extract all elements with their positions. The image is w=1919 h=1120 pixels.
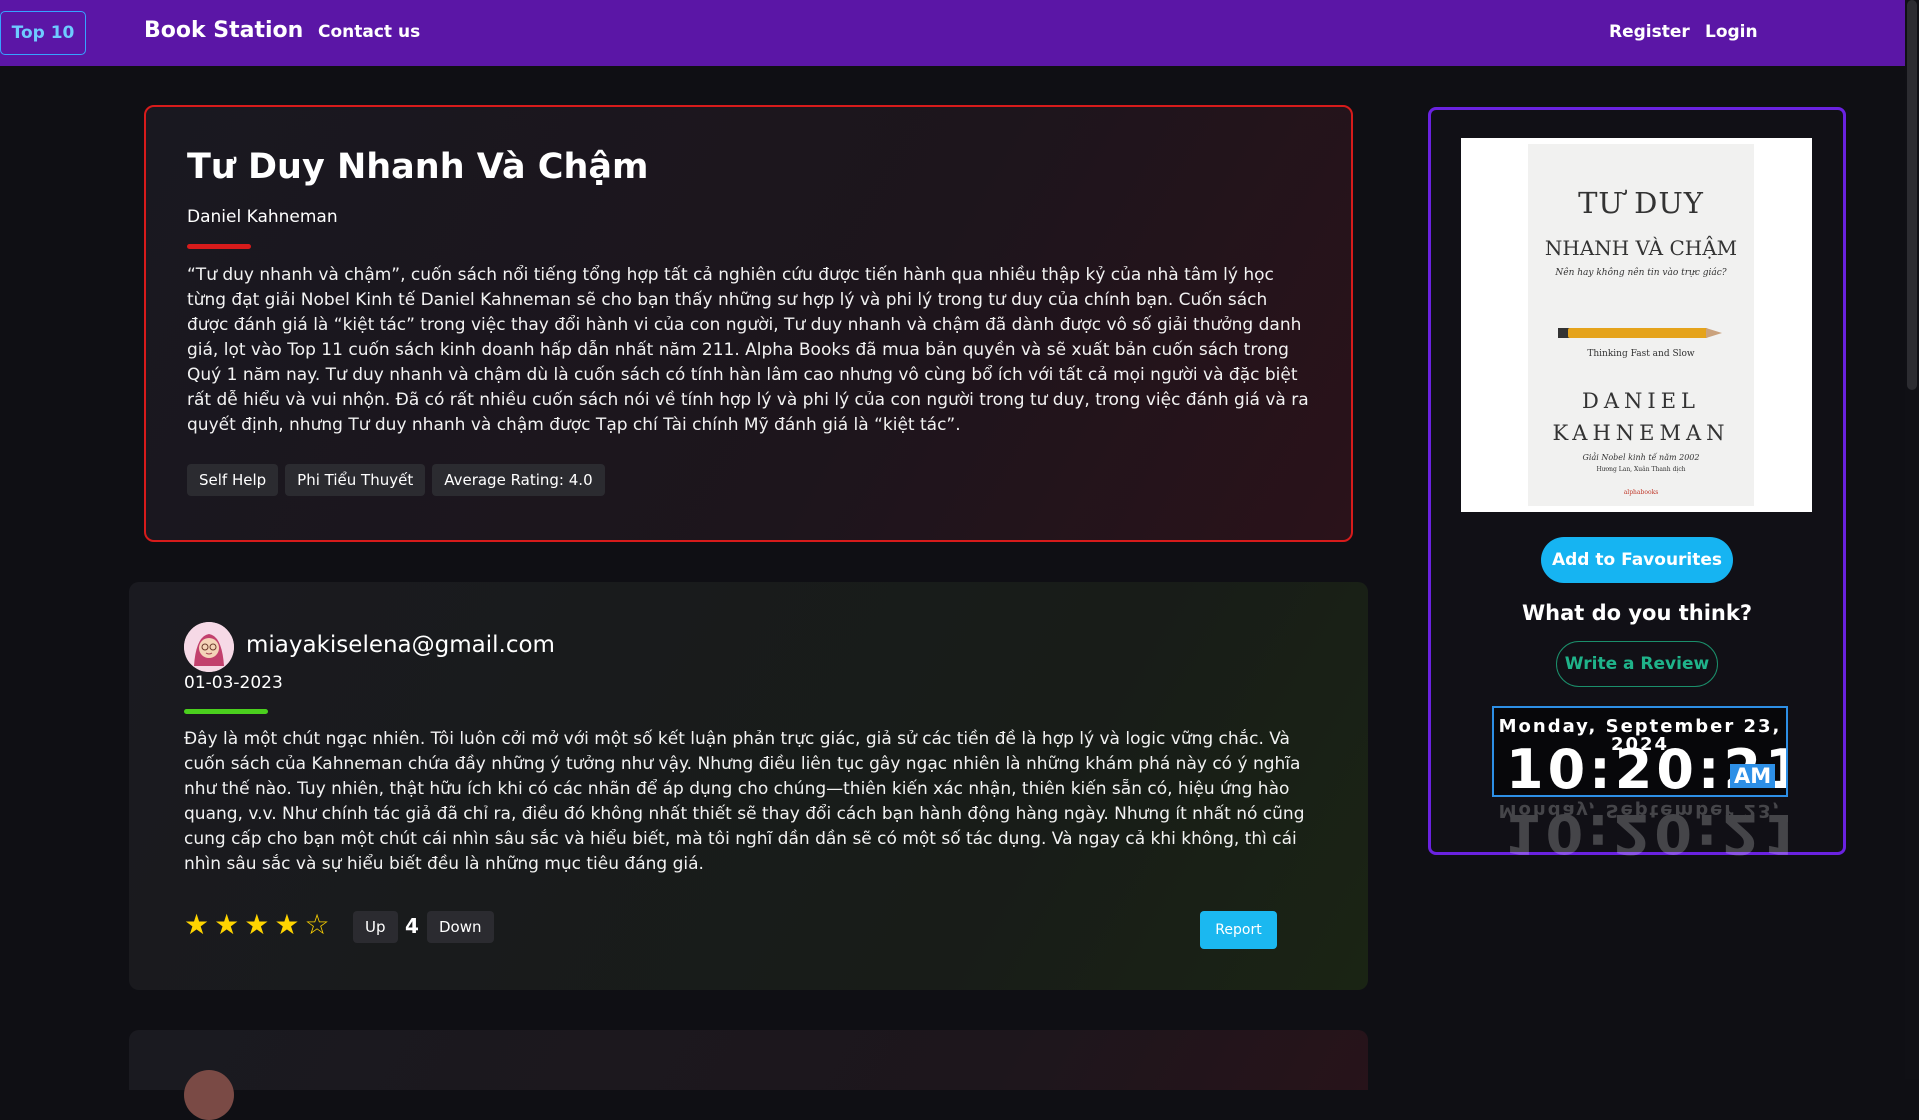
top-navbar: Book Station Contact us Top 10 Register …: [0, 0, 1905, 66]
pencil-icon: [1568, 328, 1708, 338]
reviewer-email: miayakiselena@gmail.com: [246, 632, 555, 658]
book-description: “Tư duy nhanh và chậm”, cuốn sách nổi ti…: [187, 265, 1309, 435]
tag-category[interactable]: Phi Tiểu Thuyết: [285, 464, 426, 496]
review-text: Đây là một chút ngạc nhiên. Tôi luôn cởi…: [184, 729, 1305, 874]
nav-login-link[interactable]: Login: [1705, 22, 1758, 42]
star-filled-icon: ★: [214, 908, 240, 941]
clock-reflection: Monday, September 23, 2024 10:20:21: [1492, 799, 1788, 859]
book-tags: Self Help Phi Tiểu Thuyết Average Rating…: [187, 464, 605, 496]
review-card: [129, 1030, 1368, 1120]
star-filled-icon: ★: [244, 908, 270, 941]
page-scrollbar[interactable]: [1905, 0, 1919, 1079]
review-star-rating: ★ ★ ★ ★ ☆: [184, 909, 330, 941]
tag-average-rating: Average Rating: 4.0: [432, 464, 605, 496]
review-card: miayakiselena@gmail.com 01-03-2023 Đây l…: [129, 582, 1368, 990]
vote-up-button[interactable]: Up: [353, 911, 398, 943]
review-date: 01-03-2023: [184, 673, 283, 693]
vote-down-button[interactable]: Down: [427, 911, 494, 943]
cover-subtitle: Nên hay không nên tin vào trực giác?: [1555, 268, 1727, 278]
publisher-logo: alphabooks: [1623, 489, 1659, 496]
reviewer-avatar: [184, 1070, 234, 1120]
cover-author-line2: KAHNEMAN: [1552, 421, 1730, 445]
brand-link[interactable]: Book Station: [144, 18, 303, 43]
book-sidebar: TƯ DUY NHANH VÀ CHẬM Nên hay không nên t…: [1428, 107, 1846, 859]
review-divider: [184, 709, 268, 714]
star-empty-icon: ☆: [304, 908, 330, 941]
book-title: Tư Duy Nhanh Và Chậm: [187, 147, 649, 187]
avatar-icon: [184, 622, 234, 672]
add-to-favourites-button[interactable]: Add to Favourites: [1541, 537, 1733, 583]
clock-ampm: AM: [1730, 764, 1776, 788]
report-button[interactable]: Report: [1200, 911, 1277, 949]
book-details-card: Tư Duy Nhanh Và Chậm Daniel Kahneman “Tư…: [144, 105, 1353, 542]
cover-title-line1: TƯ DUY: [1578, 186, 1704, 220]
cover-award: Giải Nobel kinh tế năm 2002: [1582, 453, 1700, 462]
book-cover-art: TƯ DUY NHANH VÀ CHẬM Nên hay không nên t…: [1528, 144, 1754, 506]
cover-title-line2: NHANH VÀ CHẬM: [1544, 236, 1738, 260]
vote-count: 4: [405, 914, 419, 938]
scrollbar-thumb[interactable]: [1907, 0, 1917, 390]
write-review-button[interactable]: Write a Review: [1556, 641, 1718, 687]
digital-clock: Monday, September 23, 2024 10:20:21 AM: [1492, 706, 1788, 797]
book-author: Daniel Kahneman: [187, 207, 338, 227]
title-divider: [187, 244, 251, 249]
nav-contact-link[interactable]: Contact us: [318, 22, 420, 42]
star-filled-icon: ★: [184, 908, 210, 941]
review-prompt: What do you think?: [1521, 601, 1753, 625]
cover-author-line1: DANIEL: [1582, 389, 1700, 413]
cover-english-title: Thinking Fast and Slow: [1587, 349, 1695, 359]
tag-genre[interactable]: Self Help: [187, 464, 279, 496]
clock-time-reflection: 10:20:21: [1504, 802, 1788, 859]
reviewer-avatar: [184, 622, 234, 672]
cover-translators: Hương Lan, Xuân Thanh dịch: [1596, 466, 1686, 473]
pencil-icon: [1706, 328, 1722, 338]
book-cover-image: TƯ DUY NHANH VÀ CHẬM Nên hay không nên t…: [1461, 138, 1812, 512]
nav-register-link[interactable]: Register: [1609, 22, 1690, 42]
nav-top10-button[interactable]: Top 10: [0, 11, 86, 55]
star-filled-icon: ★: [274, 908, 300, 941]
